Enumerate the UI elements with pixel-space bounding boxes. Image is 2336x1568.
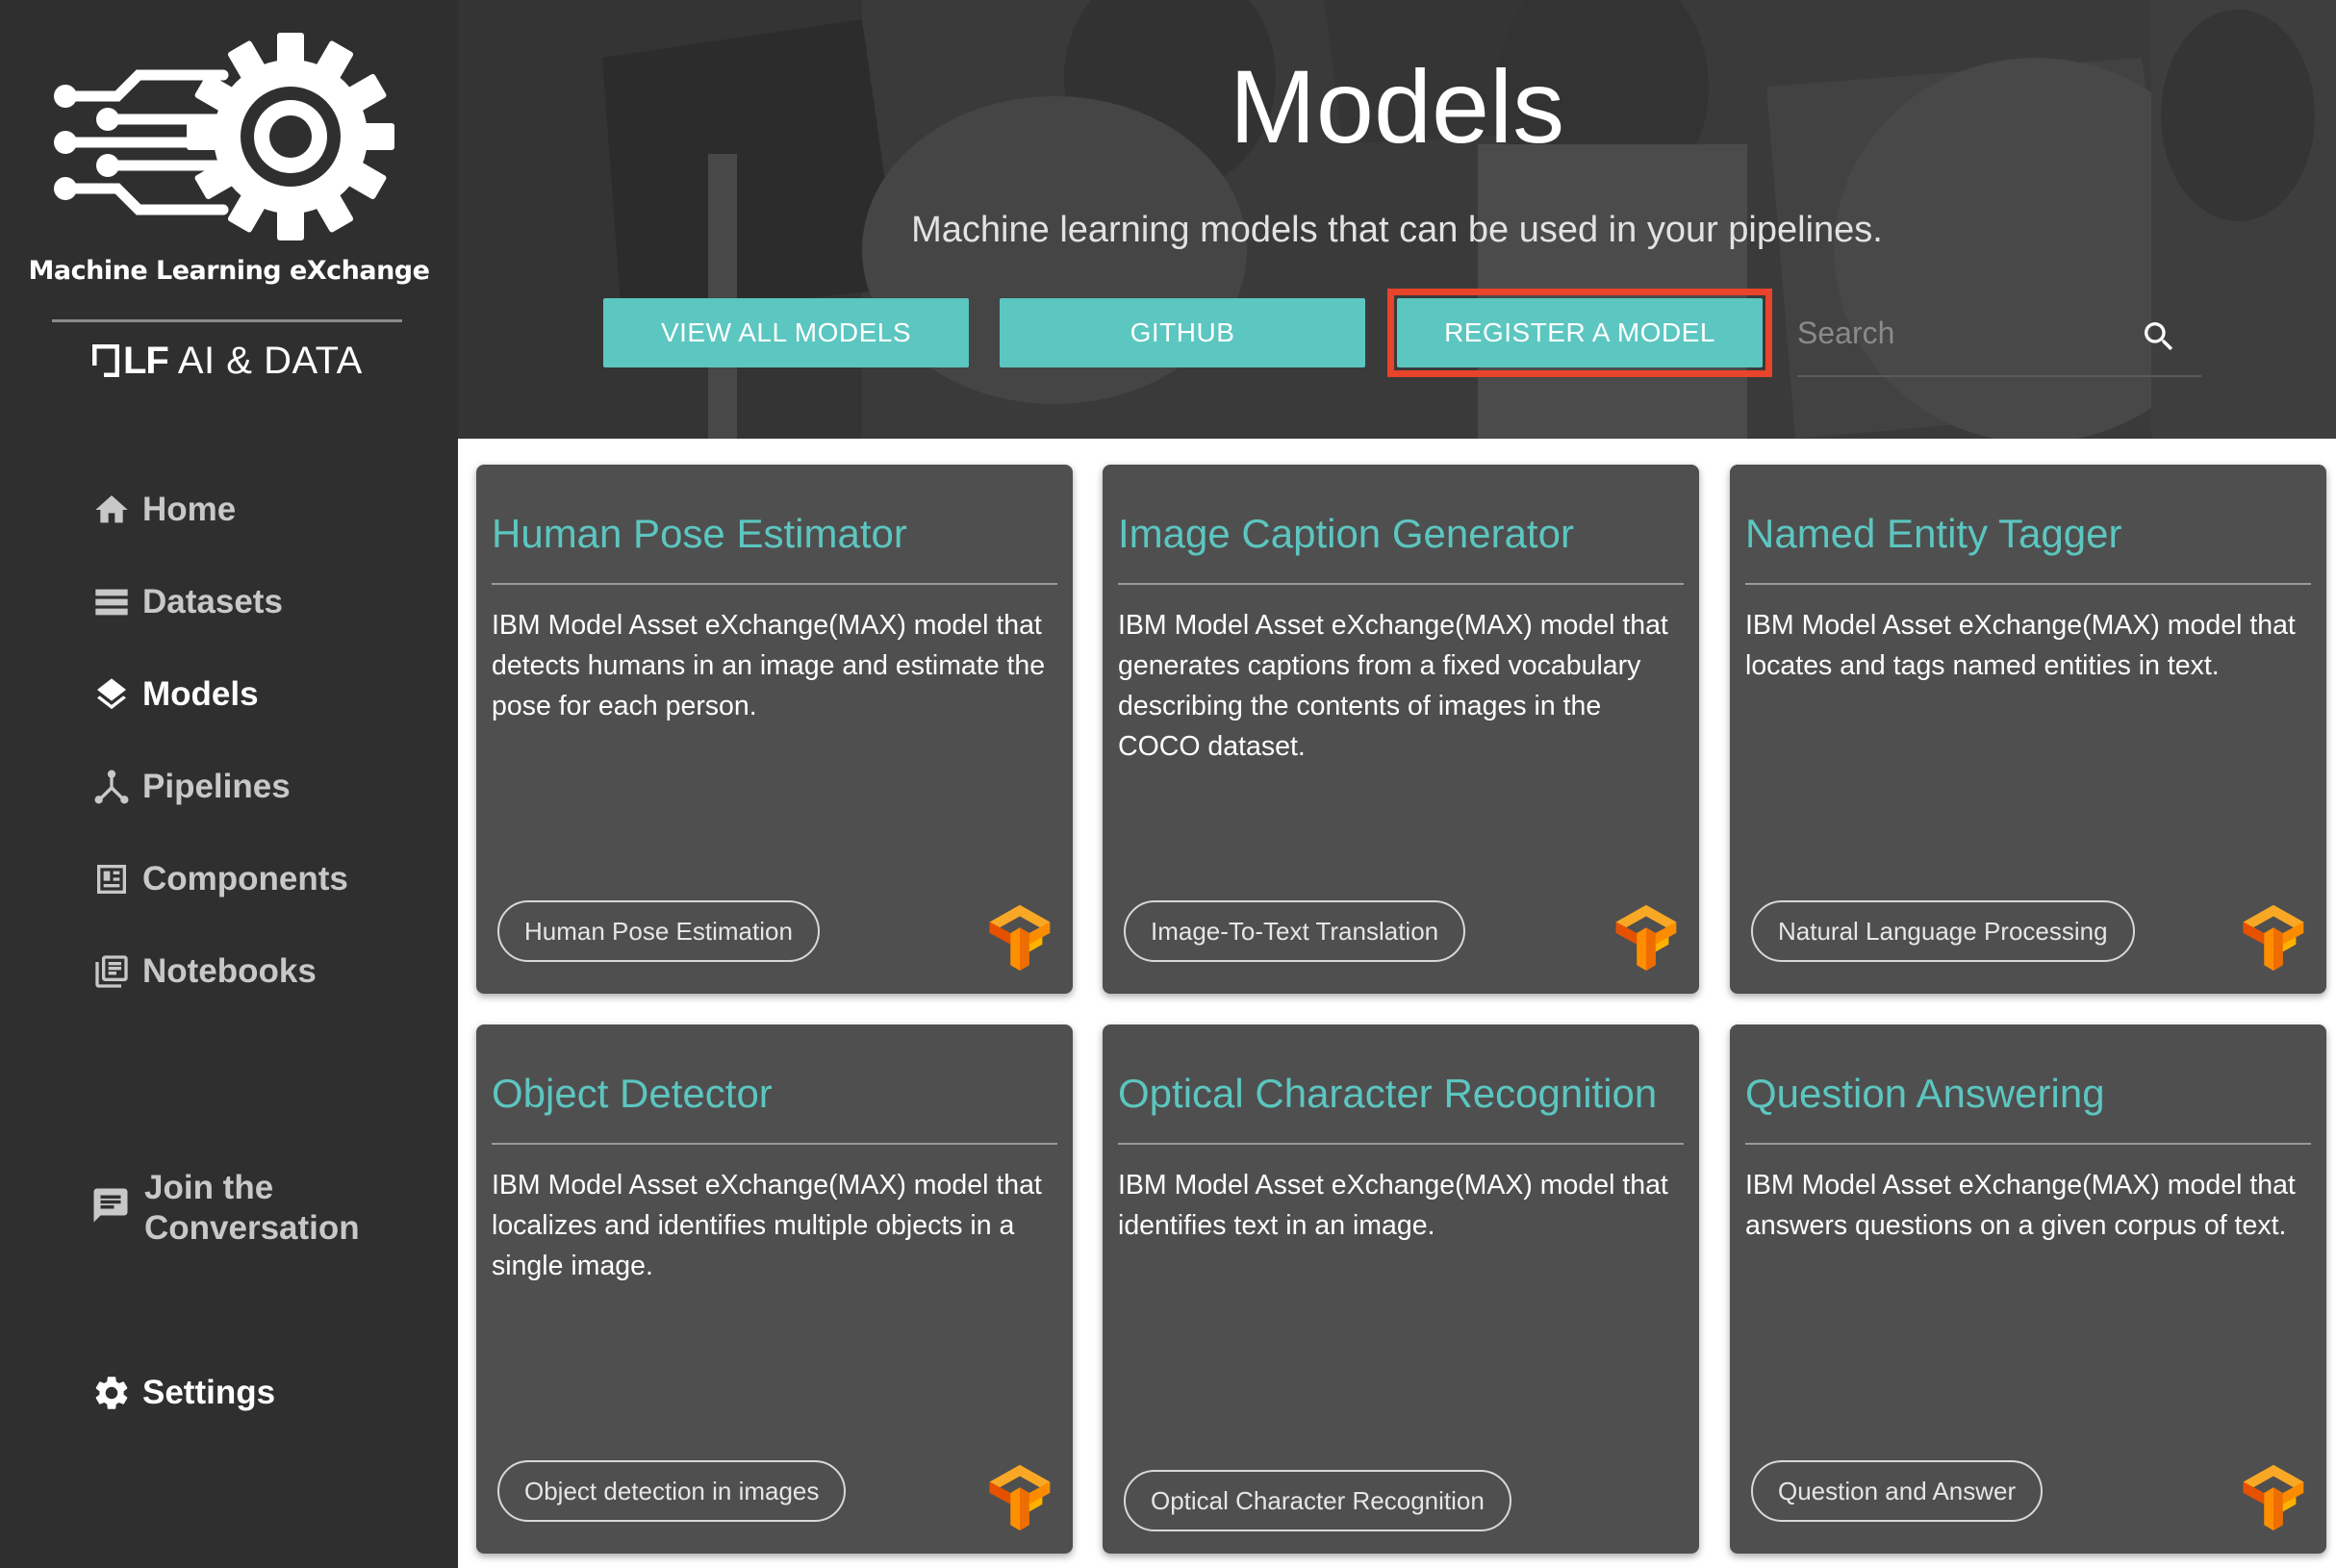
github-button[interactable]: GITHUB <box>1000 298 1365 367</box>
card-tag[interactable]: Human Pose Estimation <box>497 900 820 962</box>
sidebar-item-datasets[interactable]: Datasets <box>90 556 348 648</box>
layers-icon <box>90 673 133 716</box>
card-description: IBM Model Asset eXchange(MAX) model that… <box>1745 610 2296 681</box>
chat-icon <box>90 1185 133 1227</box>
pipeline-icon <box>90 766 133 808</box>
sidebar-item-label: Notebooks <box>142 952 317 990</box>
card-tag[interactable]: Natural Language Processing <box>1751 900 2135 962</box>
page-title: Models <box>1229 48 1565 164</box>
brand-divider <box>52 319 402 322</box>
page-header: Models Machine learning models that can … <box>458 0 2336 439</box>
tensorflow-icon <box>2243 1464 2304 1531</box>
brand-name: Machine Learning eXchange <box>28 256 430 286</box>
mlx-logo[interactable] <box>0 23 458 244</box>
sidebar-item-label: Components <box>142 860 348 898</box>
lf-ai-data-logo[interactable]: LF AI & DATA <box>92 339 363 383</box>
card-title: Optical Character Recognition <box>1118 1071 1658 1116</box>
card-divider <box>1118 583 1684 585</box>
gear-circuit-icon <box>54 33 394 240</box>
lf-mark-icon: LF <box>92 339 169 383</box>
search-box <box>1797 298 2201 377</box>
tensorflow-icon <box>989 1464 1051 1531</box>
settings-label: Settings <box>142 1374 276 1411</box>
tensorflow-icon <box>1615 904 1677 972</box>
tensorflow-icon <box>989 904 1051 972</box>
card-title: Named Entity Tagger <box>1745 511 2122 556</box>
card-divider <box>1745 583 2311 585</box>
card-divider <box>1745 1143 2311 1145</box>
card-tag[interactable]: Object detection in images <box>497 1460 847 1522</box>
model-card[interactable]: Image Caption Generator IBM Model Asset … <box>1103 465 1699 994</box>
join-conversation-label: Join the Conversation <box>144 1169 360 1247</box>
sidebar-item-label: Datasets <box>142 583 283 620</box>
card-divider <box>492 1143 1057 1145</box>
sidebar-item-home[interactable]: Home <box>90 464 348 556</box>
card-description: IBM Model Asset eXchange(MAX) model that… <box>1118 1170 1668 1241</box>
model-card[interactable]: Named Entity Tagger IBM Model Asset eXch… <box>1730 465 2326 994</box>
sidebar-nav: Home Datasets Models Pipelines Component… <box>90 464 348 1018</box>
join-conversation-link[interactable]: Join the Conversation <box>90 1168 394 1249</box>
view-all-models-button[interactable]: VIEW ALL MODELS <box>603 298 969 367</box>
model-card-grid: Human Pose Estimator IBM Model Asset eXc… <box>458 439 2336 1568</box>
card-tag[interactable]: Question and Answer <box>1751 1460 2044 1522</box>
gear-icon <box>90 1372 133 1414</box>
card-title: Question Answering <box>1745 1071 2105 1116</box>
sidebar-item-label: Home <box>142 491 237 528</box>
lf-mark-text: LF <box>123 339 169 382</box>
card-title: Human Pose Estimator <box>492 511 907 556</box>
search-icon[interactable] <box>2140 317 2178 356</box>
sidebar-item-notebooks[interactable]: Notebooks <box>90 925 348 1018</box>
register-model-button[interactable]: REGISTER A MODEL <box>1397 298 1763 367</box>
model-card[interactable]: Human Pose Estimator IBM Model Asset eXc… <box>476 465 1073 994</box>
lf-logo-text: AI & DATA <box>177 339 363 382</box>
model-card[interactable]: Question Answering IBM Model Asset eXcha… <box>1730 1024 2326 1554</box>
card-divider <box>1118 1143 1684 1145</box>
card-title: Object Detector <box>492 1071 773 1116</box>
tensorflow-icon <box>2243 904 2304 972</box>
card-description: IBM Model Asset eXchange(MAX) model that… <box>1745 1170 2296 1241</box>
sidebar-item-label: Models <box>142 675 259 713</box>
card-divider <box>492 583 1057 585</box>
model-card[interactable]: Object Detector IBM Model Asset eXchange… <box>476 1024 1073 1554</box>
sidebar-item-label: Pipelines <box>142 768 291 805</box>
card-tag[interactable]: Image-To-Text Translation <box>1124 900 1466 962</box>
card-description: IBM Model Asset eXchange(MAX) model that… <box>492 1170 1042 1281</box>
home-icon <box>90 489 133 531</box>
card-title: Image Caption Generator <box>1118 511 1574 556</box>
page-subtitle: Machine learning models that can be used… <box>911 210 1883 250</box>
model-card[interactable]: Optical Character Recognition IBM Model … <box>1103 1024 1699 1554</box>
settings-link[interactable]: Settings <box>90 1372 275 1414</box>
datasets-icon <box>90 581 133 623</box>
card-description: IBM Model Asset eXchange(MAX) model that… <box>1118 610 1668 762</box>
sidebar-item-components[interactable]: Components <box>90 833 348 925</box>
notebook-icon <box>90 950 133 993</box>
search-input[interactable] <box>1797 306 2124 360</box>
card-description: IBM Model Asset eXchange(MAX) model that… <box>492 610 1046 721</box>
sidebar: Machine Learning eXchange LF AI & DATA H… <box>0 0 458 1568</box>
sidebar-item-pipelines[interactable]: Pipelines <box>90 741 348 833</box>
card-tag[interactable]: Optical Character Recognition <box>1124 1470 1511 1531</box>
sidebar-item-models[interactable]: Models <box>90 648 348 741</box>
components-icon <box>90 858 133 900</box>
